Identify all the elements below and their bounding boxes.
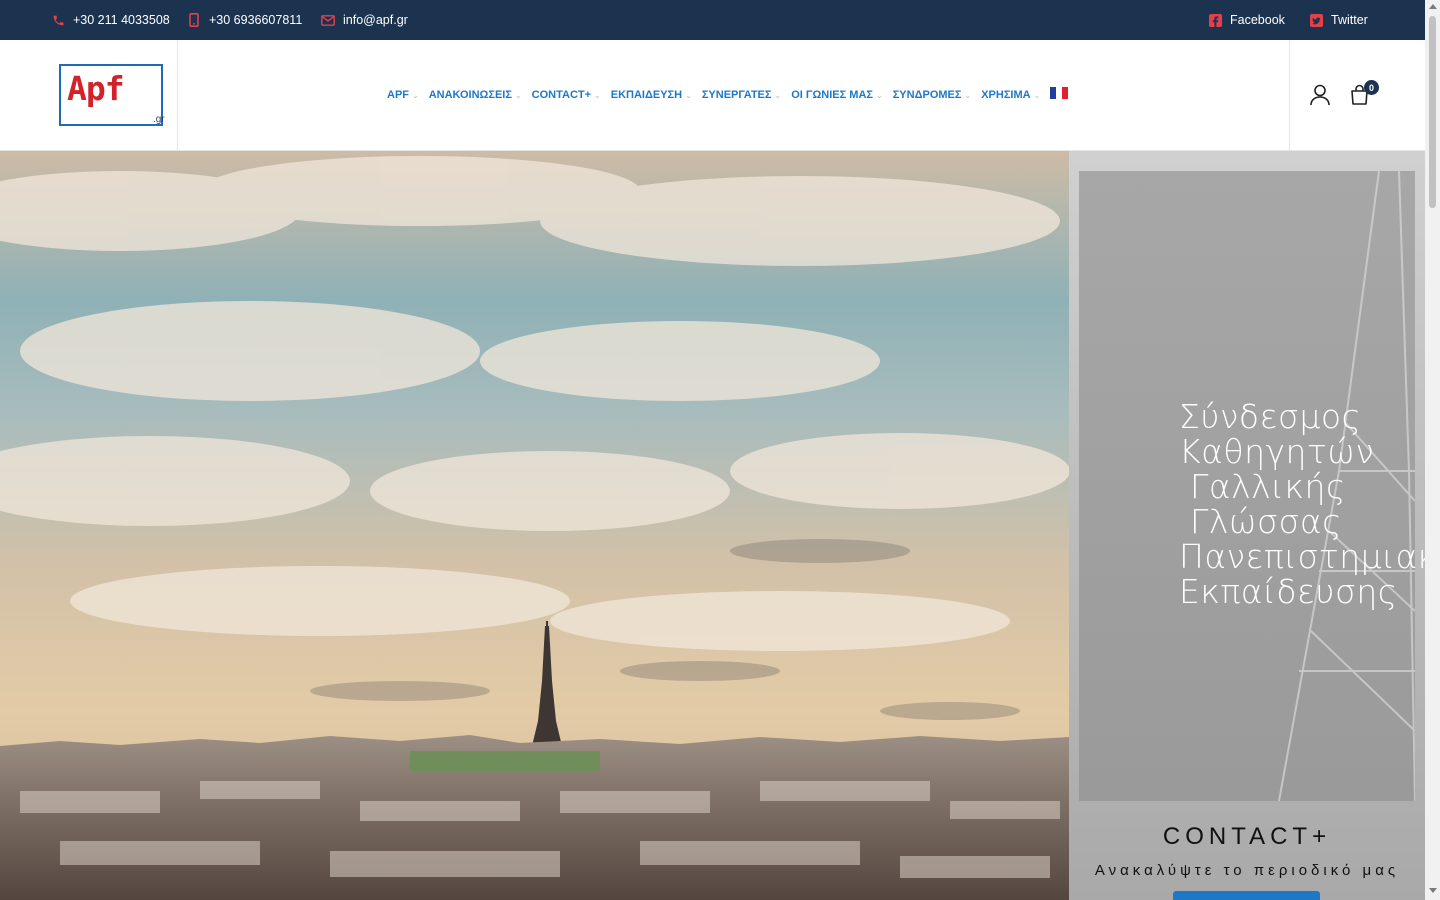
nav-label: ΟΙ ΓΩΝΙΕΣ ΜΑΣ: [791, 89, 873, 101]
twitter-icon: [1309, 13, 1323, 27]
french-flag-icon[interactable]: [1050, 87, 1069, 99]
nav-label: APF: [387, 89, 409, 101]
mobile-number: +30 6936607811: [209, 13, 303, 27]
nav-item-education[interactable]: ΕΚΠΑΙΔΕΥΣΗ ⌄: [611, 89, 692, 101]
chevron-down-icon: ⌄: [685, 90, 692, 100]
site-logo[interactable]: Apf .gr: [59, 64, 165, 126]
page-scrollbar[interactable]: [1425, 0, 1440, 900]
contact-plus-title: CONTACT+: [1162, 823, 1332, 850]
nav-item-announcements[interactable]: ΑΝΑΚΟΙΝΩΣΕΙΣ ⌄: [429, 89, 522, 101]
nav-item-partners[interactable]: ΣΥΝΕΡΓΑΤΕΣ ⌄: [702, 89, 781, 101]
phone-link[interactable]: +30 211 4033508: [51, 0, 170, 40]
paris-skyline-illustration: [0, 151, 1069, 900]
side-promo-image: Σύνδεσμος Καθηγητών Γαλλικής Γλώσσας Παν…: [1079, 171, 1425, 801]
main-nav: APF ⌄ ΑΝΑΚΟΙΝΩΣΕΙΣ ⌄ CONTACT+ ⌄ ΕΚΠΑΙΔΕΥΣΗ ⌄…: [387, 40, 1069, 150]
chevron-down-icon: ⌄: [412, 90, 419, 100]
chevron-down-icon: ⌄: [1033, 90, 1041, 100]
scroll-down-arrow-icon[interactable]: [1429, 888, 1437, 893]
mobile-icon: [187, 13, 201, 27]
nav-item-contact-plus[interactable]: CONTACT+ ⌄: [532, 89, 601, 101]
nav-item-apf[interactable]: APF ⌄: [387, 89, 419, 101]
nav-item-subscriptions[interactable]: ΣΥΝΔΡΟΜΕΣ ⌄: [893, 89, 972, 101]
logo-brand: Apf: [67, 69, 125, 108]
discover-magazine-button[interactable]: [1173, 891, 1320, 900]
facebook-icon: [1208, 13, 1222, 27]
scroll-up-arrow-icon[interactable]: [1429, 4, 1437, 9]
chevron-down-icon: ⌄: [594, 90, 601, 100]
nav-label: CONTACT+: [531, 89, 592, 101]
contact-plus-subtitle: Ανακαλύψτε το περιοδικό μας: [1094, 862, 1400, 879]
nav-item-our-corners[interactable]: ΟΙ ΓΩΝΙΕΣ ΜΑΣ ⌄: [791, 89, 883, 101]
user-account-icon[interactable]: [1310, 84, 1330, 111]
site-header: Apf .gr APF ⌄ ΑΝΑΚΟΙΝΩΣΕΙΣ ⌄ CONTACT+ ⌄ ΕΚΠ…: [0, 40, 1425, 151]
hero-image: [0, 151, 1069, 900]
header-actions: 0: [1289, 40, 1425, 150]
email-address: info@apf.gr: [343, 13, 408, 27]
top-bar: +30 211 4033508 +30 6936607811 info@apf.…: [0, 0, 1425, 40]
twitter-link[interactable]: Twitter: [1309, 0, 1368, 40]
twitter-label: Twitter: [1331, 13, 1368, 27]
nav-label: ΣΥΝΔΡΟΜΕΣ: [892, 89, 962, 101]
envelope-icon: [321, 13, 335, 27]
logo-cell: Apf .gr: [0, 40, 178, 150]
logo-tld: .gr: [153, 114, 165, 125]
nav-label: ΑΝΑΚΟΙΝΩΣΕΙΣ: [428, 89, 512, 101]
side-promo-panel: Σύνδεσμος Καθηγητών Γαλλικής Γλώσσας Παν…: [1069, 151, 1425, 900]
association-title: Σύνδεσμος Καθηγητών Γαλλικής Γλώσσας Παν…: [1179, 397, 1425, 611]
facebook-link[interactable]: Facebook: [1208, 0, 1285, 40]
nav-label: ΕΚΠΑΙΔΕΥΣΗ: [610, 89, 683, 101]
chevron-down-icon: ⌄: [876, 90, 883, 100]
nav-item-useful[interactable]: ΧΡΗΣΙΜΑ ⌄: [981, 89, 1040, 101]
mobile-link[interactable]: +30 6936607811: [187, 0, 302, 40]
chevron-down-icon: ⌄: [514, 90, 522, 100]
chevron-down-icon: ⌄: [964, 90, 972, 100]
cart-count-badge: 0: [1364, 80, 1379, 95]
nav-label: ΣΥΝΕΡΓΑΤΕΣ: [701, 89, 772, 101]
chevron-down-icon: ⌄: [774, 90, 782, 100]
phone-number: +30 211 4033508: [73, 13, 170, 27]
email-link[interactable]: info@apf.gr: [321, 0, 408, 40]
scrollbar-thumb[interactable]: [1429, 16, 1436, 208]
phone-icon: [51, 13, 65, 27]
facebook-label: Facebook: [1230, 13, 1285, 27]
nav-label: ΧΡΗΣΙΜΑ: [981, 89, 1031, 101]
